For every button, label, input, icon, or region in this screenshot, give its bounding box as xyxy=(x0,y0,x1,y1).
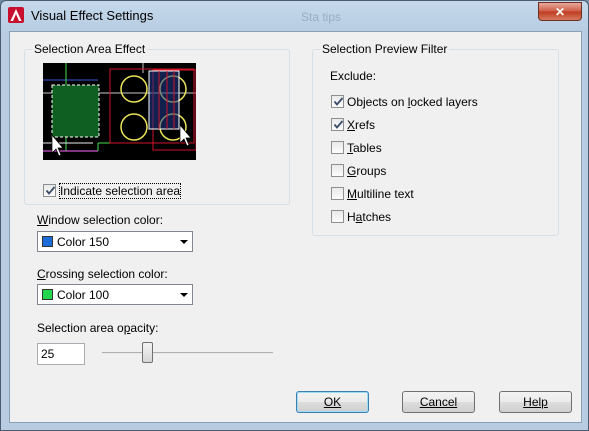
help-button[interactable]: Help xyxy=(499,391,572,413)
hatches-label: Hatches xyxy=(347,210,392,224)
color-swatch xyxy=(42,236,53,247)
dropdown-arrow-icon xyxy=(180,240,188,244)
selection-preview-filter-group: Selection Preview Filter Exclude: Object… xyxy=(312,42,559,236)
opacity-slider-thumb[interactable] xyxy=(142,342,153,363)
selection-preview-filter-label: Selection Preview Filter xyxy=(320,42,450,56)
multiline-text-checkbox[interactable] xyxy=(331,187,344,200)
close-button[interactable]: ✕ xyxy=(538,2,582,21)
xrefs-label: Xrefs xyxy=(347,118,376,132)
cancel-button[interactable]: Cancel xyxy=(402,391,475,413)
groups-label: Groups xyxy=(347,164,387,178)
ok-button-label: OK xyxy=(323,395,342,409)
indicate-selection-area-label[interactable]: Indicate selection area xyxy=(58,183,182,199)
window-title: Visual Effect Settings xyxy=(31,8,154,23)
crossing-selection-color-dropdown[interactable]: Color 100 xyxy=(37,284,193,305)
color-swatch xyxy=(42,289,53,300)
title-bar[interactable]: Visual Effect Settings Sta tips ✕ xyxy=(1,1,588,31)
tables-label: Tables xyxy=(347,141,382,155)
selection-preview-image xyxy=(43,63,196,160)
selection-area-effect-group: Selection Area Effect Indicate selection… xyxy=(24,42,290,205)
checkmark-icon xyxy=(333,120,344,129)
opacity-slider-track[interactable] xyxy=(102,352,273,354)
window-selection-color-label: Window selection color: xyxy=(37,213,164,227)
checkmark-icon xyxy=(45,186,56,195)
background-window-title: Sta tips xyxy=(301,10,342,24)
dialog-client-area: Selection Area Effect Indicate selection… xyxy=(9,31,582,423)
window-selection-color-value: Color 150 xyxy=(57,235,110,249)
indicate-selection-area-checkbox[interactable] xyxy=(43,184,56,197)
dropdown-arrow-icon xyxy=(180,293,188,297)
exclude-label: Exclude: xyxy=(330,69,377,83)
close-icon: ✕ xyxy=(554,4,566,19)
selection-area-effect-label: Selection Area Effect xyxy=(32,42,148,56)
selection-area-opacity-label: Selection area opacity: xyxy=(37,321,159,335)
multiline-text-label: Multiline text xyxy=(347,187,414,201)
xrefs-checkbox[interactable] xyxy=(331,118,344,131)
dialog-window: Visual Effect Settings Sta tips ✕ Select… xyxy=(0,0,589,431)
autocad-logo-icon xyxy=(8,7,24,23)
opacity-input[interactable]: 25 xyxy=(37,343,85,365)
window-selection-color-dropdown[interactable]: Color 150 xyxy=(37,231,193,252)
tables-checkbox[interactable] xyxy=(331,141,344,154)
help-button-label: Help xyxy=(523,395,548,409)
groups-checkbox[interactable] xyxy=(331,164,344,177)
cancel-button-label: Cancel xyxy=(419,395,458,409)
checkmark-icon xyxy=(333,97,344,106)
objects-on-locked-layers-checkbox[interactable] xyxy=(331,95,344,108)
objects-on-locked-layers-label: Objects on locked layers xyxy=(347,95,478,109)
crossing-selection-color-value: Color 100 xyxy=(57,288,110,302)
crossing-selection-color-label: Crossing selection color: xyxy=(37,267,168,281)
ok-button[interactable]: OK xyxy=(296,391,369,413)
hatches-checkbox[interactable] xyxy=(331,210,344,223)
